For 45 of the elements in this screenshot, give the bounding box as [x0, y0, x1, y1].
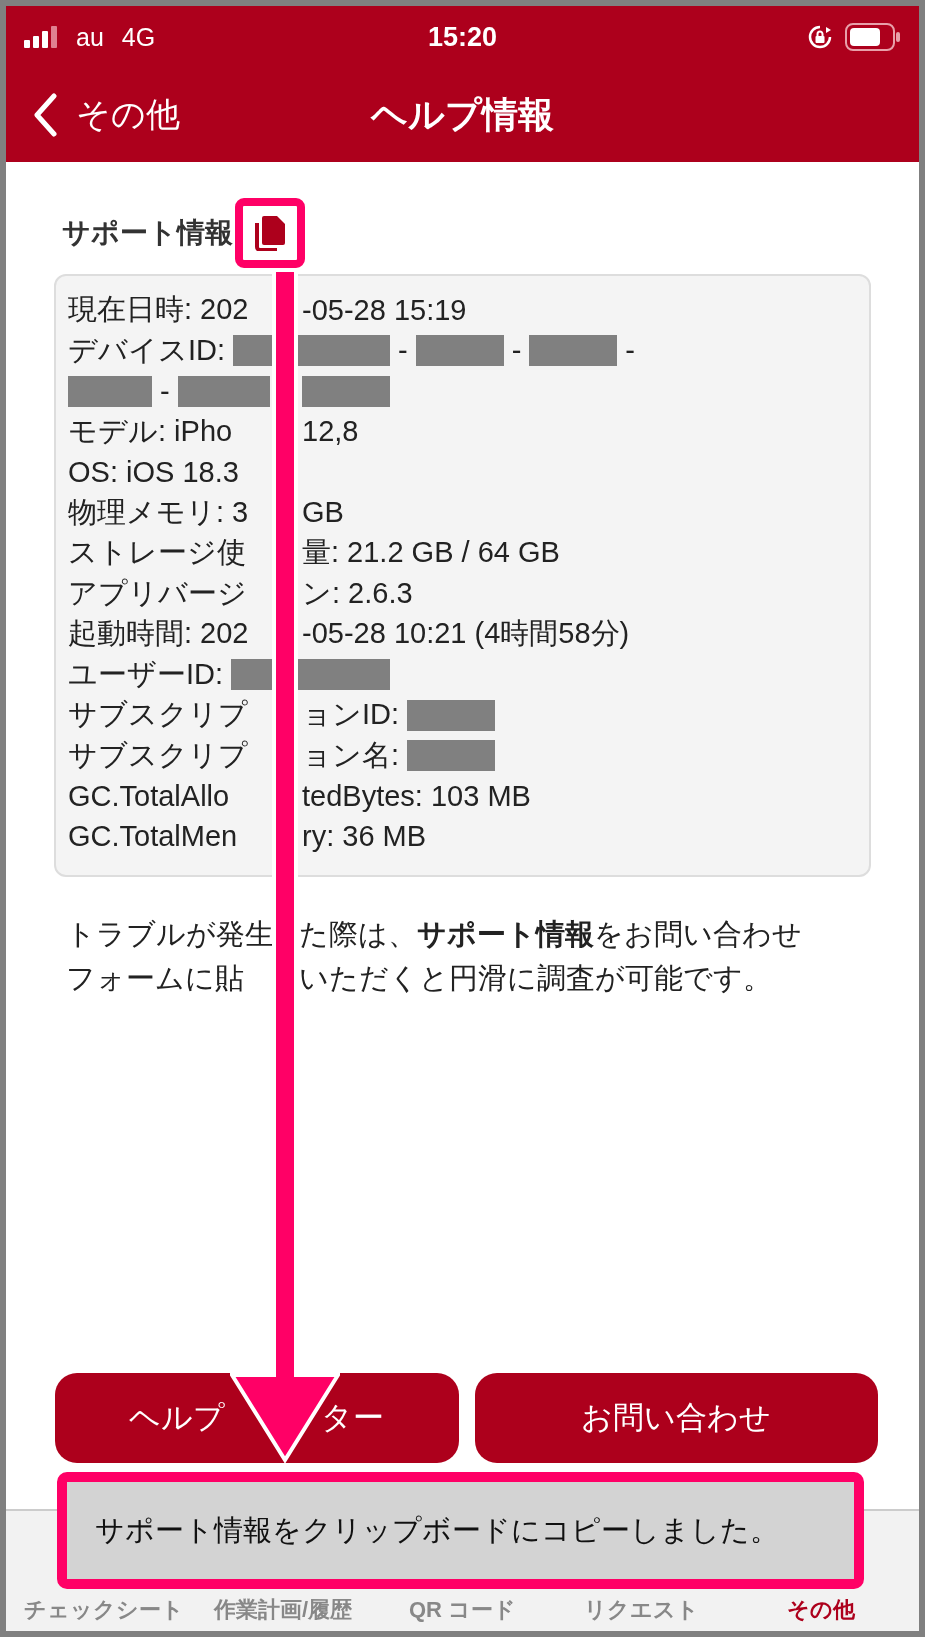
info-text: サブスクリプ [68, 737, 248, 773]
info-text: - [511, 334, 522, 368]
copy-icon[interactable] [254, 215, 286, 251]
info-text: GC.TotalAllo [68, 779, 230, 813]
help-text: フォームに貼 [66, 961, 245, 996]
info-text: サブスクリプ [68, 697, 248, 733]
help-text: いただくと円滑に調査が可能です。 [299, 961, 772, 996]
info-text: ン: 2.6.3 [302, 575, 413, 611]
clock: 15:20 [427, 21, 498, 53]
info-text: 現在日時: 202 [68, 292, 249, 328]
section-label: サポート情報 [62, 216, 233, 250]
signal-icon [24, 26, 58, 48]
info-text: 物理メモリ: 3 [68, 494, 249, 530]
info-text: アプリバージ [68, 575, 247, 611]
info-text: - [625, 334, 635, 368]
battery-icon [845, 23, 901, 51]
network-label: 4G [121, 22, 156, 52]
info-text: モデル: iPho [68, 413, 233, 449]
info-text: デバイスID: [68, 332, 226, 368]
info-text: ry: 36 MB [302, 820, 427, 854]
carrier-label: au [76, 22, 104, 52]
info-text: OS: iOS 18.3 [68, 455, 239, 489]
info-text: ストレージ使 [68, 535, 246, 571]
rotation-lock-icon [807, 24, 833, 50]
info-text: GB [302, 496, 344, 530]
info-text: ョンID: [302, 697, 400, 733]
tab-item[interactable]: その他 [731, 1595, 912, 1625]
info-text: - [398, 334, 408, 368]
back-button[interactable]: その他 [6, 92, 180, 138]
info-text: GC.TotalMen [68, 820, 238, 854]
toast: サポート情報をクリップボードにコピーしました。 [57, 1472, 864, 1589]
screen-title: ヘルプ情報 [371, 93, 554, 135]
help-text: トラブルが発生 [66, 917, 274, 952]
action-button[interactable]: お問い合わせ [474, 1373, 878, 1463]
info-text: ョン名: [302, 737, 400, 773]
info-text: -05-28 15:19 [302, 293, 467, 327]
info-text: 12,8 [302, 415, 359, 449]
info-text: 起動時間: 202 [68, 616, 249, 652]
info-text: 量: 21.2 GB / 64 GB [302, 535, 560, 571]
info-text: - [160, 374, 170, 408]
info-text: tedBytes: 103 MB [302, 779, 531, 813]
help-text: た際は、サポート情報をお問い合わせ [299, 917, 802, 952]
info-text: -05-28 10:21 (4時間58分) [302, 616, 630, 652]
back-chevron-icon [32, 93, 58, 137]
info-text: ユーザーID: [68, 656, 224, 692]
